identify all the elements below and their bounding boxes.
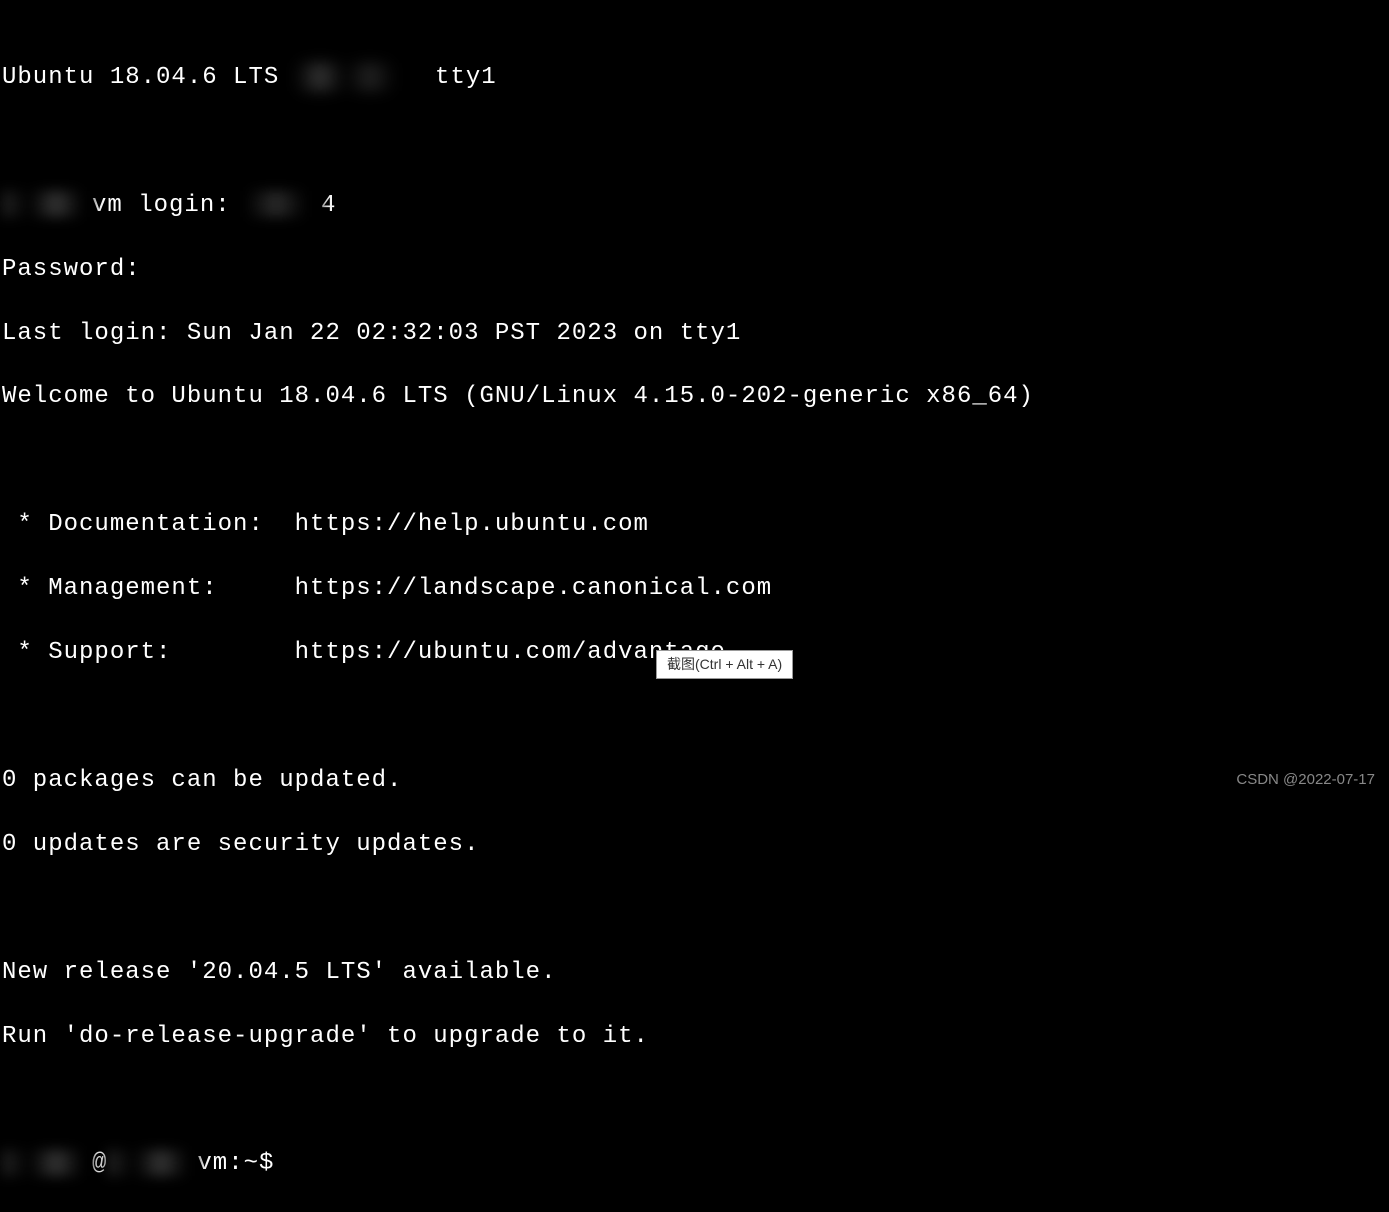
welcome-message: Welcome to Ubuntu 18.04.6 LTS (GNU/Linux…	[2, 381, 1389, 413]
terminal-line	[2, 126, 1389, 158]
redacted-hostname	[2, 191, 92, 217]
last-login: Last login: Sun Jan 22 02:32:03 PST 2023…	[2, 318, 1389, 350]
login-suffix: 4	[321, 192, 336, 219]
terminal-output[interactable]: Ubuntu 18.04.6 LTS tty1 vm login: 4 Pass…	[0, 0, 1389, 1212]
screenshot-tooltip: 截图(Ctrl + Alt + A)	[656, 650, 793, 679]
password-prompt: Password:	[2, 254, 1389, 286]
security-updates-status: 0 updates are security updates.	[2, 829, 1389, 861]
upgrade-hint: Run 'do-release-upgrade' to upgrade to i…	[2, 1021, 1389, 1053]
terminal-line	[2, 701, 1389, 733]
terminal-line: vm login: 4	[2, 190, 1389, 222]
prompt-cursor	[274, 1150, 289, 1177]
redacted-username	[246, 191, 321, 217]
terminal-line	[2, 1084, 1389, 1116]
terminal-line	[2, 445, 1389, 477]
login-prompt: vm login:	[92, 192, 246, 219]
prompt-at: @	[92, 1150, 107, 1177]
prompt-path: vm:~$	[197, 1150, 274, 1177]
redacted-host	[107, 1150, 197, 1176]
terminal-line: Ubuntu 18.04.6 LTS tty1	[2, 62, 1389, 94]
shell-prompt[interactable]: @ vm:~$	[2, 1148, 1389, 1180]
redacted-user	[2, 1150, 92, 1176]
new-release-notice: New release '20.04.5 LTS' available.	[2, 957, 1389, 989]
packages-status: 0 packages can be updated.	[2, 765, 1389, 797]
documentation-link: * Documentation: https://help.ubuntu.com	[2, 509, 1389, 541]
management-link: * Management: https://landscape.canonica…	[2, 573, 1389, 605]
redacted-hostname	[295, 63, 420, 91]
os-header-suffix: tty1	[420, 64, 497, 91]
terminal-line	[2, 893, 1389, 925]
os-header-prefix: Ubuntu 18.04.6 LTS	[2, 64, 279, 91]
watermark: CSDN @2022-07-17	[1236, 770, 1375, 790]
